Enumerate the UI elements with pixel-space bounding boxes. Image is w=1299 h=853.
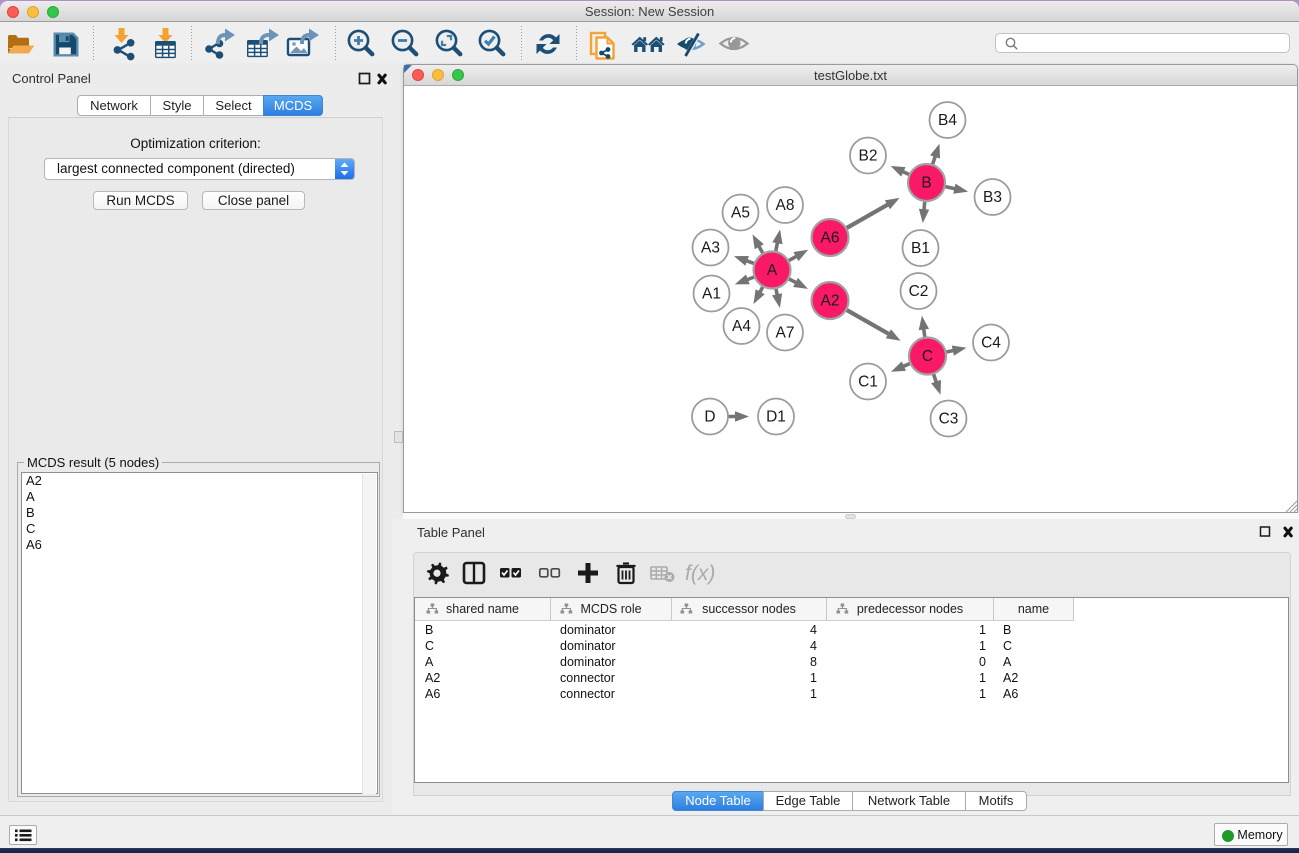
svg-text:A4: A4 <box>732 318 751 335</box>
svg-text:B1: B1 <box>911 240 930 257</box>
svg-text:A1: A1 <box>702 286 721 303</box>
svg-text:A2: A2 <box>821 293 840 310</box>
svg-text:B: B <box>921 175 931 192</box>
svg-text:A8: A8 <box>776 197 795 214</box>
svg-text:C: C <box>922 348 933 365</box>
svg-text:C2: C2 <box>909 283 929 300</box>
svg-text:C1: C1 <box>858 374 878 391</box>
svg-text:B2: B2 <box>859 148 878 165</box>
svg-text:B4: B4 <box>938 112 957 129</box>
svg-text:C3: C3 <box>939 411 959 428</box>
svg-text:A7: A7 <box>776 325 795 342</box>
svg-text:D1: D1 <box>766 409 786 426</box>
svg-text:f(x): f(x) <box>685 562 715 585</box>
svg-text:A: A <box>767 262 778 279</box>
svg-text:B3: B3 <box>983 189 1002 206</box>
svg-text:A6: A6 <box>821 230 840 247</box>
svg-text:A3: A3 <box>701 240 720 257</box>
svg-text:C4: C4 <box>981 335 1001 352</box>
svg-text:A5: A5 <box>731 205 750 222</box>
svg-text:D: D <box>704 409 715 426</box>
